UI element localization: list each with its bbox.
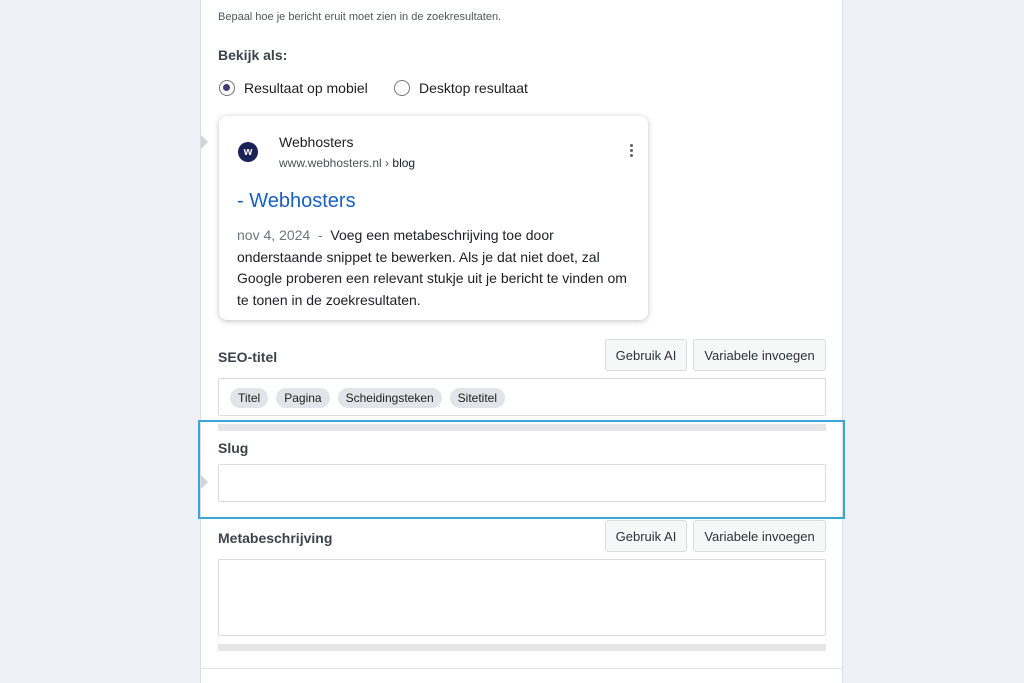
radio-desktop-result[interactable]: Desktop resultaat (394, 78, 528, 98)
radio-mobile-label[interactable]: Resultaat op mobiel (244, 80, 368, 96)
meta-description-use-ai-button[interactable]: Gebruik AI (605, 520, 687, 552)
tag-title[interactable]: Titel (230, 388, 269, 408)
search-result-preview[interactable]: w Webhosters www.webhosters.nl › blog - … (219, 116, 648, 320)
seo-title-use-ai-button[interactable]: Gebruik AI (605, 339, 687, 371)
divider (201, 668, 842, 669)
meta-description-insert-variable-button[interactable]: Variabele invoegen (693, 520, 826, 552)
preview-breadcrumb: blog (392, 156, 416, 170)
preview-url: www.webhosters.nl › blog (279, 156, 415, 170)
slug-input[interactable] (218, 464, 826, 502)
more-options-icon[interactable] (628, 144, 634, 160)
caret-right-icon (201, 135, 208, 149)
preview-date: nov 4, 2024 (237, 227, 311, 243)
seo-title-insert-variable-button[interactable]: Variabele invoegen (693, 339, 826, 371)
radio-mobile-result[interactable]: Resultaat op mobiel (219, 78, 368, 98)
seo-title-label: SEO-titel (218, 349, 278, 365)
meta-description-input[interactable] (218, 559, 826, 636)
radio-desktop-indicator[interactable] (394, 80, 410, 96)
slug-label: Slug (218, 440, 249, 456)
view-as-label: Bekijk als: (218, 47, 288, 63)
logo-letter: w (243, 146, 253, 158)
tag-page[interactable]: Pagina (276, 388, 330, 408)
intro-text: Bepaal hoe je bericht eruit moet zien in… (218, 11, 502, 23)
seo-title-input[interactable]: Titel Pagina Scheidingsteken Sitetitel (218, 378, 826, 416)
preview-description: nov 4, 2024 - Voeg een metabeschrijving … (237, 225, 637, 311)
radio-desktop-label[interactable]: Desktop resultaat (419, 80, 528, 96)
tag-separator[interactable]: Scheidingsteken (337, 388, 442, 408)
date-separator: - (310, 227, 331, 243)
preview-url-domain: www.webhosters.nl (279, 156, 382, 170)
seo-title-progress-bar (218, 424, 826, 431)
site-logo: w (238, 142, 258, 162)
caret-right-icon (201, 475, 208, 489)
preview-site-name: Webhosters (279, 134, 354, 150)
radio-mobile-indicator[interactable] (219, 80, 235, 96)
tag-site-title[interactable]: Sitetitel (449, 388, 506, 408)
meta-description-progress-bar (218, 644, 826, 651)
breadcrumb-separator: › (381, 156, 393, 170)
preview-title[interactable]: - Webhosters (237, 190, 356, 213)
snippet-editor-panel: Bepaal hoe je bericht eruit moet zien in… (200, 0, 843, 683)
meta-description-label: Metabeschrijving (218, 530, 333, 546)
